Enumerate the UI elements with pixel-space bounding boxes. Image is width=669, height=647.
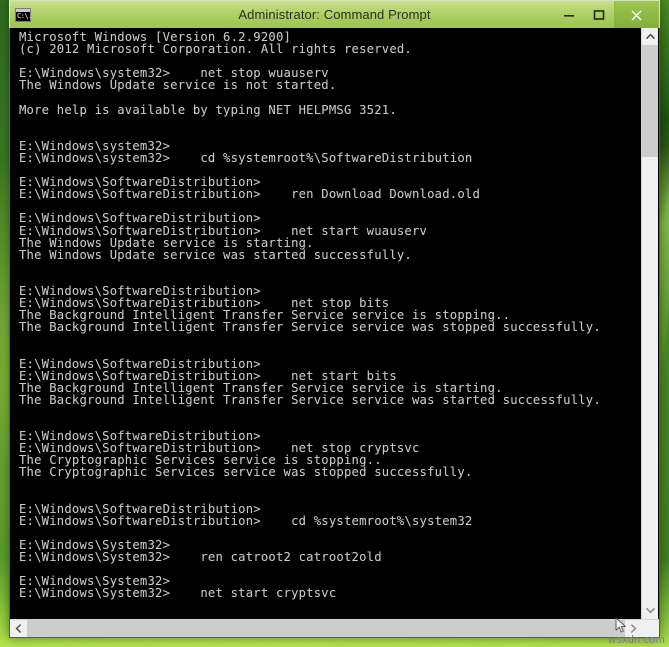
console-line: (c) 2012 Microsoft Corporation. All righ… bbox=[19, 42, 412, 57]
console-line: E:\Windows\SoftwareDistribution> net sta… bbox=[19, 223, 428, 238]
vertical-scroll-track[interactable] bbox=[642, 157, 658, 602]
console-line: The Windows Update service is not starte… bbox=[19, 78, 337, 93]
horizontal-scrollbar[interactable] bbox=[10, 619, 659, 637]
console-line: E:\Windows\SoftwareDistribution> cd %sys… bbox=[19, 513, 473, 528]
window-titlebar[interactable]: C:\. Administrator: Command Prompt bbox=[9, 0, 660, 28]
window-client-area: Microsoft Windows [Version 6.2.9200] (c) … bbox=[9, 28, 660, 638]
command-prompt-window: C:\. Administrator: Command Prompt Micro… bbox=[9, 0, 660, 638]
scroll-down-arrow-icon[interactable] bbox=[642, 602, 658, 619]
console-line: More help is available by typing NET HEL… bbox=[19, 102, 397, 117]
console-line: The Background Intelligent Transfer Serv… bbox=[19, 392, 601, 407]
cmd-icon[interactable]: C:\. bbox=[15, 7, 32, 22]
desktop-background: C:\. Administrator: Command Prompt Micro… bbox=[0, 0, 669, 647]
scroll-left-arrow-icon[interactable] bbox=[10, 620, 27, 637]
cmd-icon-glyph: C:\. bbox=[17, 11, 32, 20]
scroll-up-arrow-icon[interactable] bbox=[642, 28, 658, 45]
console-output[interactable]: Microsoft Windows [Version 6.2.9200] (c) … bbox=[11, 28, 633, 620]
console-line: E:\Windows\System32> ren catroot2 catroo… bbox=[19, 550, 382, 565]
close-button[interactable] bbox=[614, 1, 659, 28]
horizontal-scroll-thumb[interactable] bbox=[27, 620, 625, 637]
scroll-right-arrow-icon[interactable] bbox=[625, 620, 642, 637]
console-line: E:\Windows\SoftwareDistribution> bbox=[19, 501, 261, 516]
window-controls bbox=[554, 1, 659, 28]
vertical-scroll-thumb[interactable] bbox=[642, 45, 658, 157]
console-line: E:\Windows\system32> cd %systemroot%\Sof… bbox=[19, 150, 473, 165]
scrollbar-corner bbox=[642, 620, 659, 637]
console-line: E:\Windows\SoftwareDistribution> ren Dow… bbox=[19, 187, 481, 202]
console-line: The Background Intelligent Transfer Serv… bbox=[19, 380, 503, 395]
console-line: E:\Windows\System32> net start cryptsvc bbox=[19, 586, 337, 601]
console-line: The Windows Update service was started s… bbox=[19, 247, 412, 262]
console-line: E:\Windows\SoftwareDistribution> bbox=[19, 211, 261, 226]
console-line: E:\Windows\SoftwareDistribution> net sta… bbox=[19, 368, 397, 383]
console-line: The Windows Update service is starting. bbox=[19, 235, 314, 250]
console-line: E:\Windows\SoftwareDistribution> bbox=[19, 356, 261, 371]
minimize-button[interactable] bbox=[554, 1, 584, 28]
maximize-button[interactable] bbox=[584, 1, 614, 28]
console-line: The Background Intelligent Transfer Serv… bbox=[19, 320, 601, 335]
vertical-scrollbar[interactable] bbox=[641, 28, 658, 619]
console-line: The Cryptographic Services service was s… bbox=[19, 465, 473, 480]
